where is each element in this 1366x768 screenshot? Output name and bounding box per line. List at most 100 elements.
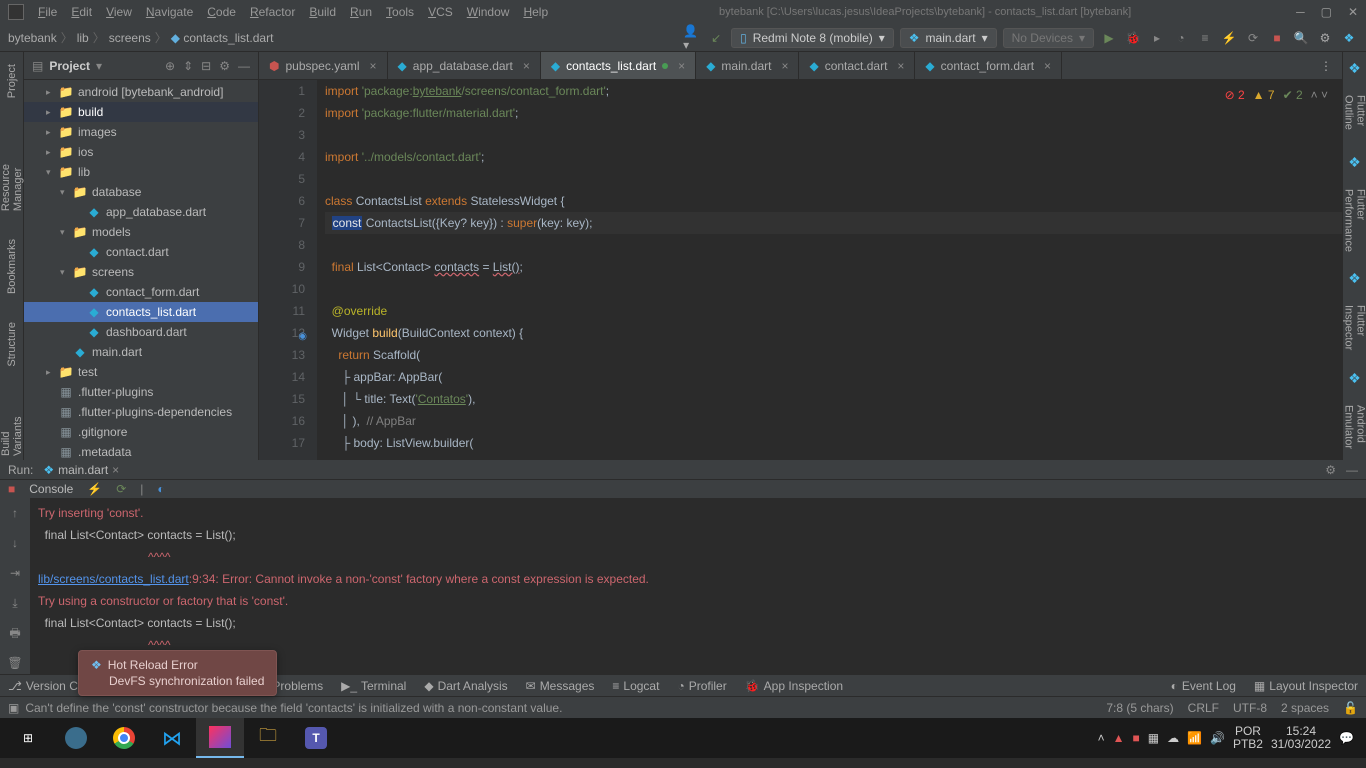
down-icon[interactable]: ↓ [12, 532, 18, 554]
error-badge[interactable]: ⊘ 2 [1225, 84, 1245, 106]
tree-item[interactable]: ▸📁android [bytebank_android] [24, 82, 258, 102]
close-icon[interactable]: × [112, 463, 119, 477]
tree-item[interactable]: ◆main.dart [24, 342, 258, 362]
expand-all-icon[interactable]: ⇕ [183, 59, 193, 73]
tool-event-log[interactable]: ◐Event Log [1171, 679, 1236, 693]
editor-tab[interactable]: ⬢pubspec.yaml× [259, 52, 388, 79]
scroll-icon[interactable]: ⤓ [12, 592, 17, 614]
debug-button[interactable]: 🐞 [1124, 29, 1142, 47]
chrome-icon[interactable] [100, 718, 148, 758]
stop-button[interactable]: ■ [8, 482, 15, 496]
right-tab-flutter-inspector[interactable]: Flutter Inspector [1341, 301, 1366, 356]
tree-item[interactable]: ▸📁ios [24, 142, 258, 162]
caret-position[interactable]: 7:8 (5 chars) [1106, 701, 1173, 715]
project-tree[interactable]: ▸📁android [bytebank_android]▸📁build▸📁ima… [24, 80, 258, 460]
hot-reload-button[interactable]: ⚡ [87, 482, 102, 496]
editor-tab[interactable]: ◆main.dart× [696, 52, 799, 79]
left-tab-build-variants[interactable]: Build Variants [0, 391, 26, 460]
close-button[interactable]: ✕ [1348, 5, 1358, 19]
tree-item[interactable]: ▸📁build [24, 102, 258, 122]
explorer-icon[interactable]: 🗀 [244, 718, 292, 758]
wifi-icon[interactable]: 📶 [1187, 731, 1202, 745]
status-icon[interactable]: ▣ [8, 701, 19, 715]
hot-reload-button[interactable]: ⚡ [1220, 29, 1238, 47]
rerun-icon[interactable]: ↑ [12, 502, 18, 524]
breadcrumb-item[interactable]: ◆ contacts_list.dart [171, 31, 274, 45]
tree-item[interactable]: ▾📁lib [24, 162, 258, 182]
notifications-icon[interactable]: 💬 [1339, 731, 1354, 745]
left-tab-bookmarks[interactable]: Bookmarks [4, 235, 20, 298]
menu-navigate[interactable]: Navigate [140, 3, 199, 21]
hot-restart-button[interactable]: ⟳ [116, 482, 126, 496]
lock-icon[interactable]: 🔓 [1343, 701, 1358, 715]
tool-dart-analysis[interactable]: ◆Dart Analysis [424, 679, 507, 693]
profile-button[interactable]: ◔ [1172, 29, 1190, 47]
tree-item[interactable]: ▾📁models [24, 222, 258, 242]
tree-item[interactable]: ▦.metadata [24, 442, 258, 460]
tree-item[interactable]: ◆app_database.dart [24, 202, 258, 222]
vscode-icon[interactable]: ⋈ [148, 718, 196, 758]
run-file[interactable]: ❖ main.dart × [43, 463, 119, 477]
tray-icon[interactable]: ■ [1132, 731, 1139, 745]
trash-icon[interactable]: 🗑 [7, 652, 22, 674]
code-editor[interactable]: 123456789101112◉1314151617 import 'packa… [259, 80, 1342, 460]
collapse-all-icon[interactable]: ⊟ [201, 59, 211, 73]
tree-item[interactable]: ▦.flutter-plugins-dependencies [24, 402, 258, 422]
no-devices-selector[interactable]: No Devices ▾ [1003, 28, 1094, 48]
editor-tab[interactable]: ◆contact.dart× [799, 52, 915, 79]
gear-icon[interactable]: ⚙ [1316, 29, 1334, 47]
tool-profiler[interactable]: ◔Profiler [677, 679, 726, 693]
language-indicator[interactable]: PORPTB2 [1233, 725, 1263, 751]
expand-icon[interactable]: ˄ ˅ [1311, 84, 1328, 106]
console-output[interactable]: Try inserting 'const'. final List<Contac… [30, 498, 1366, 674]
breadcrumb-item[interactable]: screens [109, 31, 151, 45]
minimize-button[interactable]: ─ [1296, 5, 1305, 19]
breadcrumb-item[interactable]: bytebank [8, 31, 57, 45]
menu-run[interactable]: Run [344, 3, 378, 21]
inspection-badges[interactable]: ⊘ 2 ▲ 7 ✔ 2 ˄ ˅ [1225, 84, 1328, 106]
editor-tab[interactable]: ◆app_database.dart× [388, 52, 541, 79]
tree-item[interactable]: ◆dashboard.dart [24, 322, 258, 342]
left-tab-structure[interactable]: Structure [4, 318, 20, 371]
taskbar-app[interactable] [52, 718, 100, 758]
menu-help[interactable]: Help [517, 3, 554, 21]
tree-item[interactable]: ▦.gitignore [24, 422, 258, 442]
run-config-selector[interactable]: ❖ main.dart ▾ [900, 28, 997, 48]
breadcrumb-item[interactable]: lib [77, 31, 89, 45]
tool-terminal[interactable]: ▶_Terminal [341, 679, 406, 693]
menu-build[interactable]: Build [303, 3, 342, 21]
tray-chevron-icon[interactable]: ˄ [1098, 731, 1105, 745]
start-button[interactable]: ⊞ [4, 718, 52, 758]
gear-icon[interactable]: ⚙ [219, 59, 230, 73]
hot-reload-error-balloon[interactable]: ❖Hot Reload Error DevFS synchronization … [78, 650, 277, 696]
run-button[interactable]: ▶ [1100, 29, 1118, 47]
code-lines[interactable]: import 'package:bytebank/screens/contact… [317, 80, 1342, 460]
tool-messages[interactable]: ✉Messages [526, 679, 595, 693]
right-tab-android-emulator[interactable]: Android Emulator [1341, 401, 1366, 460]
tray-icon[interactable]: ▲ [1113, 731, 1125, 745]
teams-icon[interactable]: T [292, 718, 340, 758]
tree-item[interactable]: ◆contacts_list.dart [24, 302, 258, 322]
devtools-button[interactable]: ◐ [157, 482, 164, 496]
tree-item[interactable]: ▾📁database [24, 182, 258, 202]
tray-icon[interactable]: ▦ [1148, 731, 1159, 745]
warning-badge[interactable]: ▲ 7 [1253, 84, 1275, 106]
menu-code[interactable]: Code [201, 3, 242, 21]
hide-icon[interactable]: — [238, 59, 250, 73]
wrap-icon[interactable]: ⇥ [10, 562, 20, 584]
print-icon[interactable]: 🖶 [9, 622, 20, 644]
menu-vcs[interactable]: VCS [422, 3, 459, 21]
editor-tab[interactable]: ◆contacts_list.dart× [541, 52, 696, 79]
line-separator[interactable]: CRLF [1188, 701, 1219, 715]
left-tab-project[interactable]: Project [4, 60, 20, 102]
onedrive-icon[interactable]: ☁ [1167, 731, 1179, 745]
volume-icon[interactable]: 🔊 [1210, 731, 1225, 745]
menu-window[interactable]: Window [461, 3, 516, 21]
stop-button[interactable]: ■ [1268, 29, 1286, 47]
tool-app-inspection[interactable]: 🐞App Inspection [745, 679, 843, 693]
device-selector[interactable]: ▯ Redmi Note 8 (mobile) ▾ [731, 28, 894, 48]
tool-layout-inspector[interactable]: ▦Layout Inspector [1254, 679, 1358, 693]
weak-warning-badge[interactable]: ✔ 2 [1283, 84, 1303, 106]
hide-icon[interactable]: — [1346, 463, 1358, 477]
attach-button[interactable]: ≡ [1196, 29, 1214, 47]
